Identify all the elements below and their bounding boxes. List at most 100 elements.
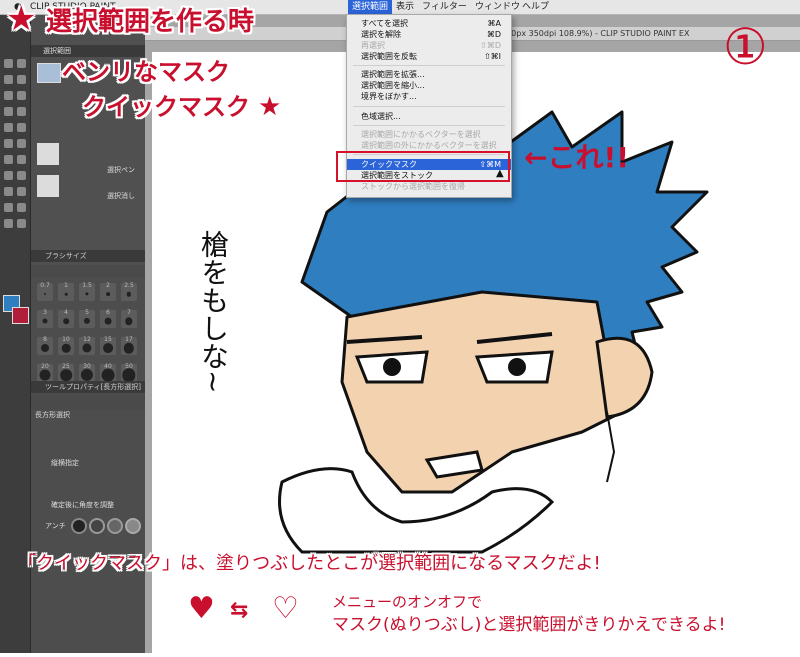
annotation-title-line1: 選択範囲を作る時 <box>46 7 255 37</box>
annotation-title-line3: クイックマスク <box>82 93 250 121</box>
brush-size-dot <box>41 344 49 353</box>
move-tool-icon[interactable] <box>17 59 26 68</box>
aa-none-button[interactable] <box>71 518 87 534</box>
subtool-item-selpen[interactable]: 選択ペン <box>107 165 135 175</box>
brush-size-cell[interactable]: 30 <box>79 363 95 382</box>
brush-size-header: ブラシサイズ <box>31 250 145 262</box>
brush-size-dot <box>101 368 115 382</box>
brush-size-cell[interactable]: 5 <box>79 309 95 328</box>
subtool-rect-icon[interactable] <box>37 63 61 83</box>
brush-size-cell[interactable]: 20 <box>37 363 53 382</box>
brush-size-cell[interactable]: 1.5 <box>79 282 95 301</box>
annotation-circled-number: ① <box>723 18 768 76</box>
annotation-vertical-note: 槍をもしな~ <box>197 230 230 394</box>
menu-help[interactable]: ヘルプ <box>518 0 553 14</box>
brush-size-cell[interactable]: 15 <box>100 336 116 355</box>
brush-size-dot <box>82 343 92 353</box>
airbrush-tool-icon[interactable] <box>4 123 13 132</box>
brush-size-cell[interactable]: 25 <box>58 363 74 382</box>
menu-selection[interactable]: 選択範囲 <box>348 0 393 14</box>
annotation-title-line2: ベンリなマスク <box>62 58 230 86</box>
menu-item-expand[interactable]: 選択範囲を拡張... <box>347 69 511 80</box>
menu-item-select-vector-in[interactable]: 選択範囲にかかるベクターを選択 <box>347 129 511 140</box>
ruler-tool-icon[interactable] <box>4 187 13 196</box>
brush-size-label: 0.7 <box>40 282 50 289</box>
brush-size-cell[interactable]: 0.7 <box>37 282 53 301</box>
hand-tool-icon[interactable] <box>17 219 26 228</box>
brush-size-panel: 0.7 1 1.5 2 2.5 3 4 5 6 7 8 10 12 15 17 20 25 30 40 50 <box>31 277 145 395</box>
brush-size-cell[interactable]: 8 <box>37 336 53 355</box>
brush-size-cell[interactable]: 10 <box>58 336 74 355</box>
brush-size-cell[interactable]: 12 <box>79 336 95 355</box>
text-tool-icon[interactable] <box>17 187 26 196</box>
sub-color-swatch[interactable] <box>12 307 29 324</box>
eyedrop-tool-icon[interactable] <box>4 91 13 100</box>
brush-size-cell[interactable]: 1 <box>58 282 74 301</box>
menu-item-select-vector-out[interactable]: 選択範囲の外にかかるベクターを選択 <box>347 140 511 151</box>
brush-size-cell[interactable]: 50 <box>121 363 137 382</box>
fill-tool-icon[interactable] <box>4 155 13 164</box>
menu-item-reselect[interactable]: 再選択 ⇧⌘D <box>347 40 511 51</box>
aa-mid-button[interactable] <box>107 518 123 534</box>
brush-size-cell[interactable]: 4 <box>58 309 74 328</box>
right-pupil <box>508 358 526 376</box>
menu-item-deselect[interactable]: 選択を解除 ⌘D <box>347 29 511 40</box>
annotation-bottom-line2: マスク(ぬりつぶし)と選択範囲がきりかえできるよ! <box>332 615 726 635</box>
menu-item-feather[interactable]: 境界をぼかす... <box>347 91 511 102</box>
tool-property-subtitle: 長方形選択 <box>35 411 70 419</box>
brush-size-cell[interactable]: 17 <box>121 336 137 355</box>
blend-tool-icon[interactable] <box>17 139 26 148</box>
lasso-tool-icon[interactable] <box>4 75 13 84</box>
menu-item-select-all[interactable]: すべてを選択 ⌘A <box>347 18 511 29</box>
eraser-tool-icon[interactable] <box>4 139 13 148</box>
brush-size-dot <box>104 317 112 325</box>
menu-window[interactable]: ウィンドウ <box>471 0 524 14</box>
tool-property-row-angle[interactable]: 確定後に角度を調整 <box>51 500 114 510</box>
figure-tool-icon[interactable] <box>4 171 13 180</box>
tool-property-row-aspect[interactable]: 縦横指定 <box>51 458 79 468</box>
menu-separator <box>353 65 505 66</box>
menu-view[interactable]: 表示 <box>392 0 418 14</box>
line-tool-icon[interactable] <box>17 203 26 212</box>
annotation-bottom-line1: メニューのオンオフで <box>332 593 483 611</box>
brush-size-dot <box>123 342 135 354</box>
brush-size-label: 3 <box>43 309 47 316</box>
brush-size-dot <box>63 318 69 324</box>
gradient-tool-icon[interactable] <box>17 155 26 164</box>
brush-tool-icon[interactable] <box>17 107 26 116</box>
menu-item-color-range[interactable]: 色域選択... <box>347 111 511 122</box>
brush-size-cell[interactable]: 2.5 <box>121 282 137 301</box>
brush-size-dot <box>42 318 48 324</box>
menu-separator <box>353 125 505 126</box>
selection-tool-icon[interactable] <box>4 59 13 68</box>
correct-tool-icon[interactable] <box>4 219 13 228</box>
wand-tool-icon[interactable] <box>17 75 26 84</box>
brush-size-dot <box>64 292 68 296</box>
tool-property-panel: 長方形選択 縦横指定 確定後に角度を調整 アンチ <box>31 410 145 653</box>
pencil-tool-icon[interactable] <box>4 107 13 116</box>
brush-size-label: 6 <box>106 309 110 316</box>
brush-size-dot <box>39 369 51 381</box>
brush-size-label: 1.5 <box>82 282 92 289</box>
menu-filter[interactable]: フィルター <box>418 0 471 14</box>
menu-item-restore-stock[interactable]: ストックから選択範囲を復帰 <box>347 181 511 192</box>
brush-size-cell[interactable]: 7 <box>121 309 137 328</box>
aa-strong-button[interactable] <box>125 518 141 534</box>
menu-item-invert[interactable]: 選択範囲を反転 ⇧⌘I <box>347 51 511 62</box>
deco-tool-icon[interactable] <box>17 123 26 132</box>
brush-size-dot <box>85 292 89 296</box>
menu-item-shrink[interactable]: 選択範囲を縮小... <box>347 80 511 91</box>
brush-size-cell[interactable]: 40 <box>100 363 116 382</box>
pen-tool-icon[interactable] <box>17 91 26 100</box>
subtool-item-selerase[interactable]: 選択消し <box>107 191 135 201</box>
aa-weak-button[interactable] <box>89 518 105 534</box>
brush-size-dot <box>61 343 71 353</box>
subtool-erase-icon[interactable] <box>37 175 59 197</box>
brush-size-cell[interactable]: 6 <box>100 309 116 328</box>
frame-tool-icon[interactable] <box>17 171 26 180</box>
brush-size-cell[interactable]: 3 <box>37 309 53 328</box>
subtool-title: 選択範囲 <box>31 45 145 57</box>
balloon-tool-icon[interactable] <box>4 203 13 212</box>
subtool-pen-icon[interactable] <box>37 143 59 165</box>
brush-size-cell[interactable]: 2 <box>100 282 116 301</box>
